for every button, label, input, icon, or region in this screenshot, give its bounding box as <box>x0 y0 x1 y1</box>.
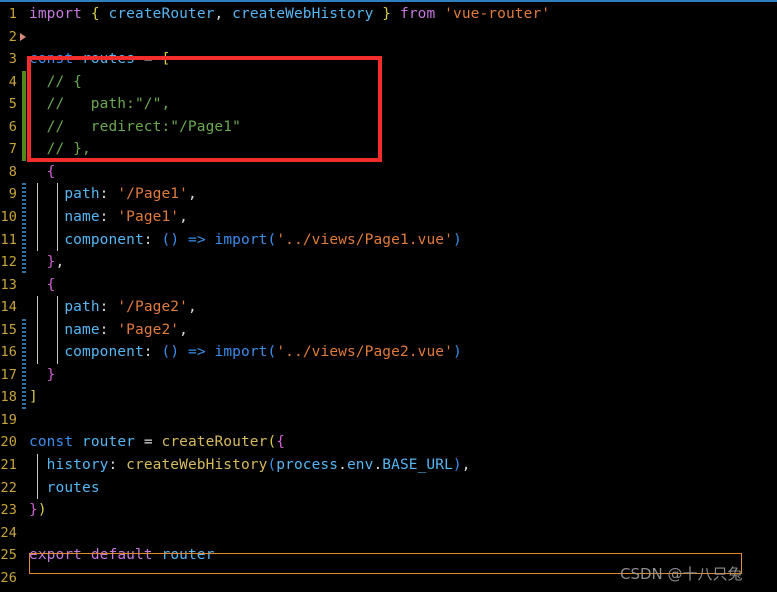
line-number: 14 <box>0 299 17 316</box>
git-modified-bar <box>22 183 26 274</box>
line-number: 19 <box>0 411 17 428</box>
line-number: 11 <box>0 231 17 248</box>
code-line[interactable]: 2 <box>0 26 777 49</box>
line-number: 25 <box>0 547 17 564</box>
line-number: 26 <box>0 569 17 586</box>
code-line[interactable]: 9 path: '/Page1', <box>0 183 777 206</box>
code-line[interactable]: 11 component: () => import('../views/Pag… <box>0 229 777 252</box>
line-number: 24 <box>0 524 17 541</box>
code-line[interactable]: 24 <box>0 522 777 545</box>
code-line[interactable]: 18] <box>0 386 777 409</box>
code-text: // { <box>29 73 82 90</box>
line-number: 22 <box>0 479 17 496</box>
code-text: // redirect:"/Page1" <box>29 118 241 135</box>
code-text: name: 'Page1', <box>64 208 188 225</box>
code-line[interactable]: 16 component: () => import('../views/Pag… <box>0 341 777 364</box>
code-text: }) <box>29 502 47 519</box>
code-text: // }, <box>29 141 91 158</box>
code-line[interactable]: 21 history: createWebHistory(process.env… <box>0 454 777 477</box>
code-text: import { createRouter, createWebHistory … <box>29 6 551 22</box>
line-number: 17 <box>0 366 17 383</box>
code-line[interactable]: 23}) <box>0 499 777 522</box>
line-number: 15 <box>0 321 17 338</box>
line-number: 3 <box>8 51 17 68</box>
line-number: 13 <box>0 276 17 293</box>
code-line[interactable]: 19 <box>0 409 777 432</box>
indent-guide <box>37 296 38 364</box>
code-text: ] <box>29 389 38 406</box>
code-text: path: '/Page1', <box>64 186 197 203</box>
code-line[interactable]: 1 import { createRouter, createWebHistory… <box>0 3 777 26</box>
code-line[interactable]: 13 { <box>0 274 777 297</box>
code-text: name: 'Page2', <box>64 321 188 338</box>
collapse-arrow-icon[interactable] <box>20 32 26 41</box>
line-number: 4 <box>8 73 17 90</box>
code-line[interactable]: 20 const router = createRouter({ <box>0 431 777 454</box>
code-text: { <box>46 276 56 293</box>
code-line[interactable]: 15 name: 'Page2', <box>0 319 777 342</box>
code-text: { <box>46 163 56 180</box>
line-number: 20 <box>0 434 17 451</box>
indent-guide <box>57 296 58 364</box>
line-number: 7 <box>8 141 17 158</box>
code-text: // path:"/", <box>29 96 171 113</box>
git-modified-bar <box>22 318 26 409</box>
line-number: 2 <box>8 28 17 45</box>
indent-guide <box>57 183 58 252</box>
code-text: const routes = [ <box>29 51 171 68</box>
code-line[interactable]: 10 name: 'Page1', <box>0 206 777 229</box>
code-text: } <box>46 366 56 383</box>
code-line[interactable]: 8 { <box>0 161 777 184</box>
line-number: 1 <box>8 6 17 22</box>
line-number: 5 <box>8 96 17 113</box>
line-number: 16 <box>0 344 17 361</box>
code-text: history: createWebHistory(process.env.BA… <box>46 457 471 473</box>
line-number: 12 <box>0 254 17 271</box>
code-line[interactable]: 3 const routes = [ <box>0 48 777 71</box>
code-line[interactable]: 22 routes <box>0 477 777 500</box>
line-number: 18 <box>0 389 17 406</box>
code-line[interactable]: 6 // redirect:"/Page1" <box>0 116 777 139</box>
code-text: path: '/Page2', <box>64 299 197 316</box>
code-line[interactable]: 5 // path:"/", <box>0 93 777 116</box>
code-text: component: () => import('../views/Page1.… <box>64 231 462 248</box>
code-surface[interactable]: 1 import { createRouter, createWebHistory… <box>0 2 777 592</box>
git-added-bar <box>22 70 26 161</box>
line-number: 8 <box>8 163 17 180</box>
indent-guide <box>37 183 38 252</box>
line-number: 10 <box>0 208 17 225</box>
line-number: 23 <box>0 502 17 519</box>
code-editor-window[interactable]: 1 import { createRouter, createWebHistory… <box>0 0 777 592</box>
line-number: 9 <box>8 186 17 203</box>
code-text: export default router <box>29 547 215 564</box>
csdn-watermark: CSDN @十八只兔 <box>620 565 743 583</box>
code-line[interactable]: 14 path: '/Page2', <box>0 296 777 319</box>
code-text: const router = createRouter({ <box>29 434 286 451</box>
code-line[interactable]: 7 // }, <box>0 138 777 161</box>
code-text: routes <box>46 479 100 496</box>
line-number: 21 <box>0 457 17 473</box>
code-line[interactable]: 4 // { <box>0 71 777 94</box>
code-text: component: () => import('../views/Page2.… <box>64 344 462 361</box>
code-line[interactable]: 17 } <box>0 364 777 387</box>
code-line[interactable]: 12 }, <box>0 251 777 274</box>
line-number: 6 <box>8 118 17 135</box>
indent-guide <box>37 454 38 500</box>
code-text: }, <box>46 254 65 271</box>
